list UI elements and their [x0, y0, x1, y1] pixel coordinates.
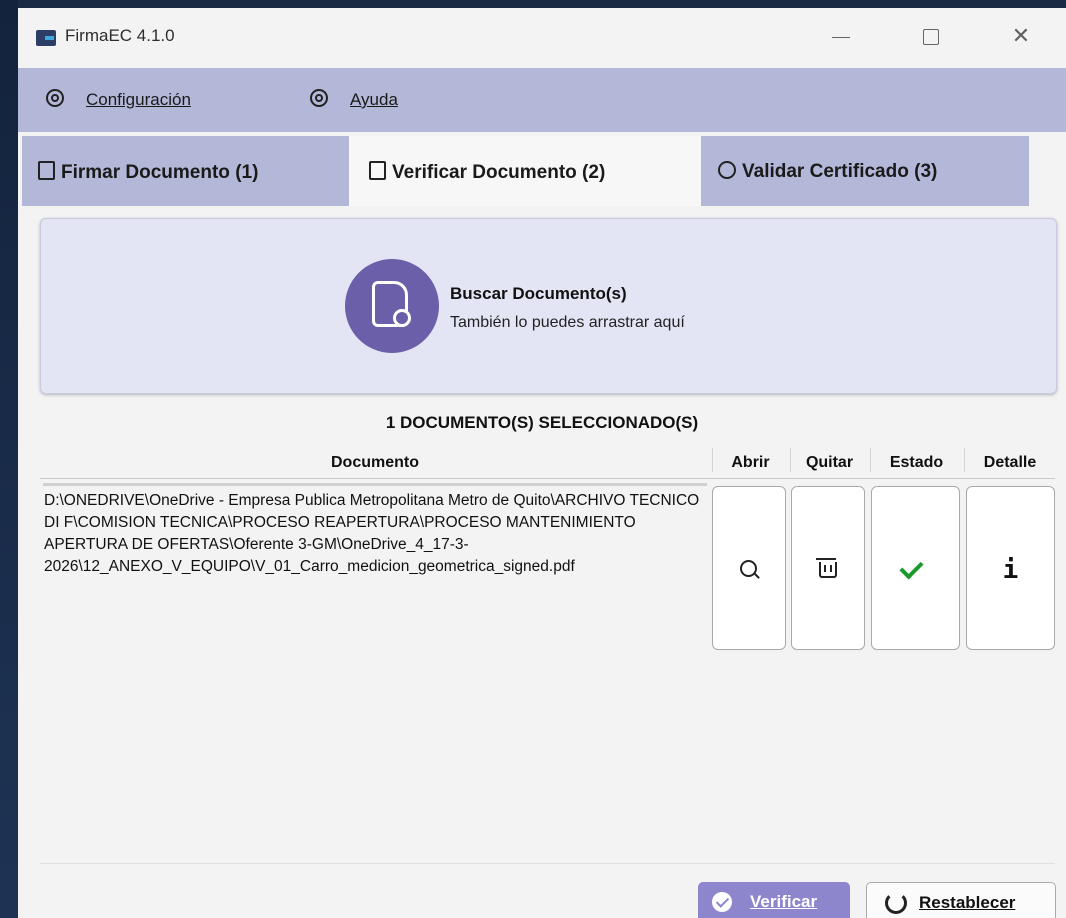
drop-zone-title[interactable]: Buscar Documento(s) [450, 284, 627, 304]
footer-divider [40, 863, 1055, 864]
selected-count: 1 DOCUMENTO(S) SELECCIONADO(S) [385, 413, 699, 432]
tab-verificar-label: Verificar Documento (2) [392, 162, 606, 183]
menu-ayuda[interactable]: Ayuda [310, 89, 398, 110]
tab-verificar-documento[interactable]: Verificar Documento (2) [349, 136, 701, 206]
col-header-documento: Documento [331, 454, 419, 471]
gear-icon [46, 89, 64, 107]
document-drop-zone[interactable]: Buscar Documento(s) También lo puedes ar… [40, 218, 1057, 394]
tab-validar-certificado[interactable]: Validar Certificado (3) [701, 136, 1029, 206]
sign-document-icon [38, 161, 55, 180]
restablecer-label: Restablecer [919, 893, 1016, 912]
col-header-quitar: Quitar [790, 448, 868, 472]
title-bar: FirmaEC 4.1.0 ✕ [18, 8, 1066, 68]
menu-ayuda-label: Ayuda [350, 90, 398, 109]
verificar-label: Verificar [750, 892, 818, 911]
tab-validar-label: Validar Certificado (3) [742, 161, 938, 182]
info-icon: i [1002, 555, 1019, 585]
drop-zone-subtitle: También lo puedes arrastrar aquí [450, 314, 685, 331]
col-header-estado: Estado [870, 448, 962, 472]
search-document-icon[interactable] [345, 259, 439, 353]
menu-configuracion-label: Configuración [86, 90, 191, 109]
detail-button[interactable]: i [966, 486, 1055, 650]
col-header-detalle: Detalle [964, 448, 1055, 472]
minimize-button[interactable] [826, 24, 856, 50]
maximize-button[interactable] [916, 24, 946, 50]
status-button[interactable] [871, 486, 960, 650]
tab-firmar-label: Firmar Documento (1) [61, 162, 259, 183]
restablecer-button[interactable]: Restablecer [866, 882, 1056, 918]
desktop-edge [0, 0, 18, 918]
refresh-icon [885, 892, 907, 914]
trash-icon [816, 558, 837, 578]
check-icon [899, 555, 924, 580]
verificar-button[interactable]: Verificar [698, 882, 850, 918]
app-logo-icon [36, 30, 56, 46]
tab-firmar-documento[interactable]: Firmar Documento (1) [22, 136, 349, 206]
col-header-abrir: Abrir [712, 448, 788, 472]
help-gear-icon [310, 89, 328, 107]
app-window: FirmaEC 4.1.0 ✕ Configuración Ayuda Firm… [18, 8, 1066, 918]
table-header: Documento Abrir Quitar Estado Detalle [40, 448, 1055, 479]
verify-document-icon [369, 161, 386, 180]
menu-bar: Configuración Ayuda [18, 68, 1066, 132]
window-title: FirmaEC 4.1.0 [65, 26, 175, 45]
row-separator [43, 483, 707, 486]
verify-check-icon [712, 892, 732, 912]
close-button[interactable]: ✕ [1006, 24, 1036, 50]
menu-configuracion[interactable]: Configuración [46, 89, 191, 110]
remove-document-button[interactable] [791, 486, 865, 650]
open-document-button[interactable] [712, 486, 786, 650]
search-icon [740, 560, 757, 577]
tab-bar: Firmar Documento (1) Verificar Documento… [18, 132, 1066, 206]
document-path: D:\ONEDRIVE\OneDrive - Empresa Publica M… [44, 492, 700, 575]
certificate-check-icon [718, 161, 736, 179]
